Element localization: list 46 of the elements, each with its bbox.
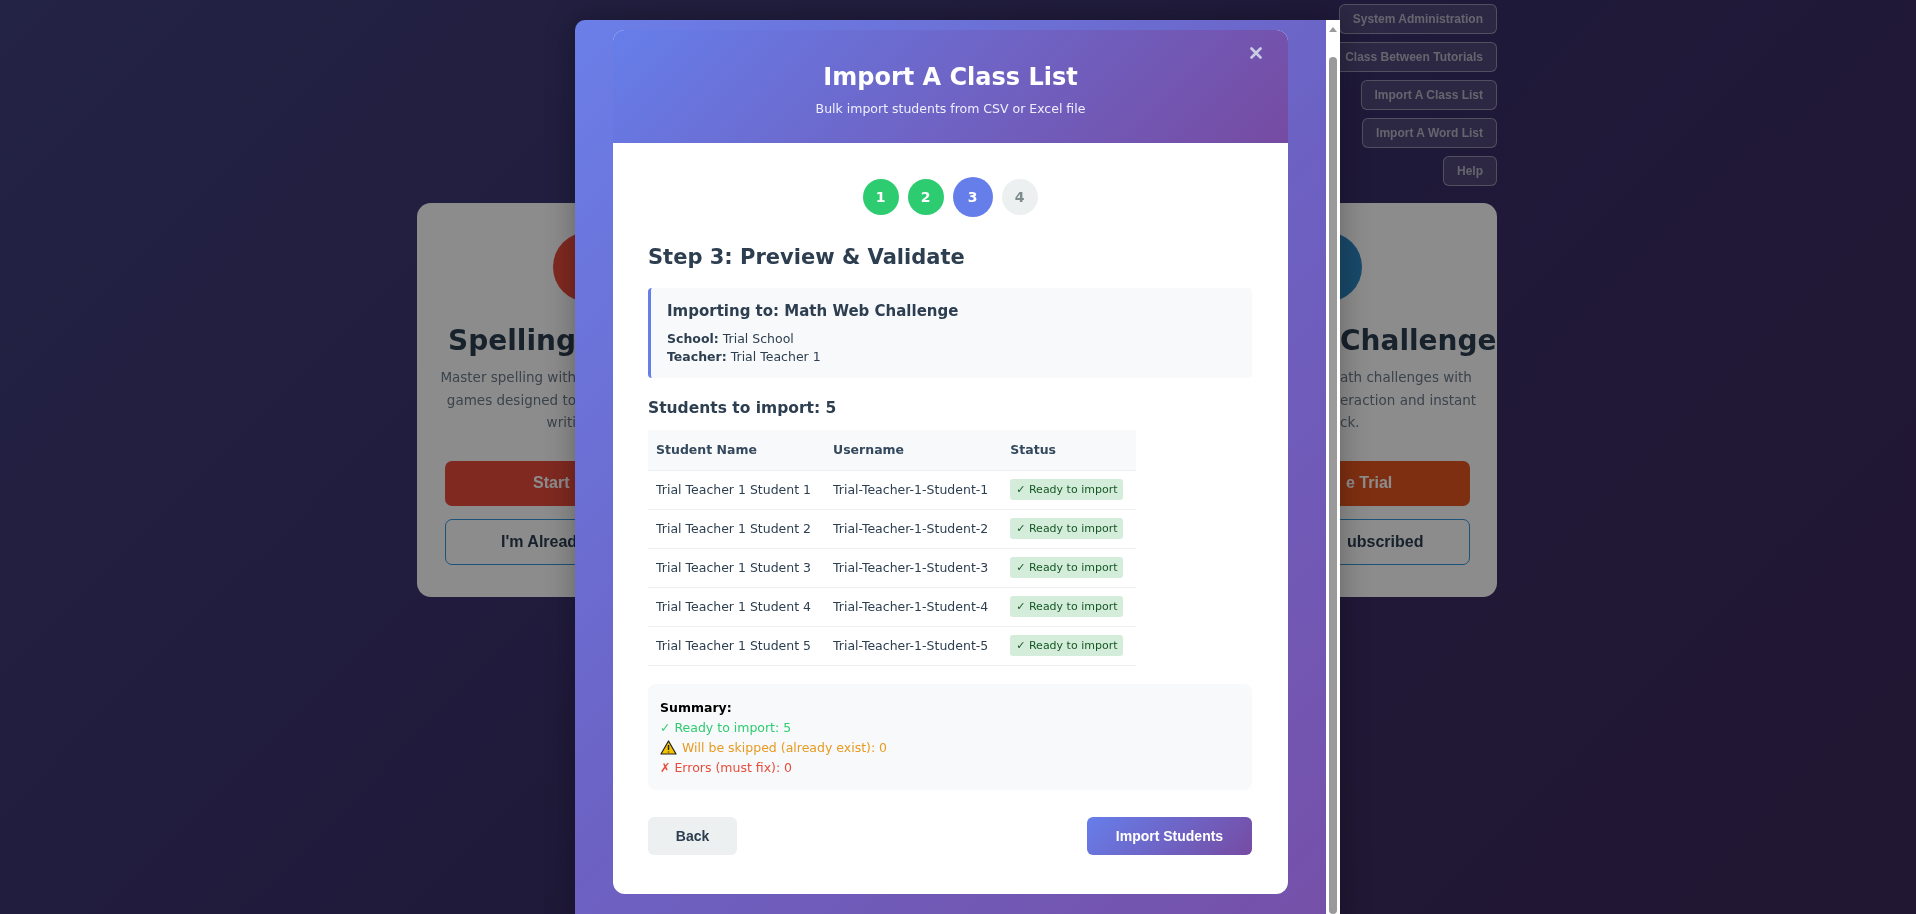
status-badge: ✓ Ready to import	[1010, 479, 1124, 500]
back-button[interactable]: Back	[648, 816, 737, 855]
table-cell: Trial-Teacher-1-Student-5	[825, 626, 1003, 665]
scrollbar[interactable]	[1326, 20, 1340, 914]
card-description: eraction and instant	[1340, 390, 1477, 410]
card-description: Master spelling with	[440, 368, 576, 387]
card-description: ath challenges with	[1340, 368, 1473, 387]
summary-line: Will be skipped (already exist): 0	[682, 740, 888, 755]
status-badge: ✓ Ready to import	[1010, 596, 1124, 617]
card-description: ck.	[1340, 413, 1361, 432]
status-badge: ✓ Ready to import	[1010, 518, 1124, 539]
card-title: Spelling	[448, 324, 576, 358]
students-heading: Students to import: 5	[648, 398, 838, 419]
step-heading: Step 3: Preview & Validate	[648, 244, 966, 271]
warning-icon	[660, 740, 677, 755]
table-cell: Trial-Teacher-1-Student-4	[825, 587, 1003, 626]
column-header: Status	[1002, 430, 1136, 470]
table-cell: Trial Teacher 1 Student 5	[648, 626, 825, 665]
table-cell: Trial Teacher 1 Student 1	[648, 470, 825, 509]
step-indicator: 2	[907, 179, 944, 215]
table-cell: Trial-Teacher-1-Student-3	[825, 548, 1003, 587]
import-students-button[interactable]: Import Students	[1087, 816, 1252, 855]
target-title: Importing to: Math Web Challenge	[667, 301, 960, 321]
summary-title: Summary:	[660, 698, 733, 717]
table-cell: Trial Teacher 1 Student 4	[648, 587, 825, 626]
card-title: Challenge	[1340, 324, 1497, 358]
step-indicator: 3	[952, 177, 993, 217]
table-cell: Trial Teacher 1 Student 2	[648, 509, 825, 548]
close-icon	[1250, 47, 1262, 59]
dialog-subtitle: Bulk import students from CSV or Excel file	[815, 101, 1086, 116]
status-badge: ✓ Ready to import	[1010, 557, 1124, 578]
card-description: games designed to	[445, 390, 576, 410]
table-cell: Trial Teacher 1 Student 3	[648, 548, 825, 587]
summary-line: ✗ Errors (must fix): 0	[660, 760, 793, 775]
target-detail: School: Trial School	[667, 330, 795, 348]
column-header: Username	[825, 430, 1003, 470]
table-cell: Trial-Teacher-1-Student-2	[825, 509, 1003, 548]
card-description: writi	[545, 413, 576, 432]
column-header: Student Name	[648, 430, 825, 470]
table-cell: Trial-Teacher-1-Student-1	[825, 470, 1003, 509]
step-indicator: 1	[862, 179, 899, 215]
dialog-title: Import A Class List	[823, 62, 1078, 92]
status-badge: ✓ Ready to import	[1010, 635, 1124, 656]
target-detail: Teacher: Trial Teacher 1	[667, 348, 822, 366]
step-indicator: 4	[1001, 179, 1038, 215]
summary-line: ✓ Ready to import: 5	[660, 720, 792, 735]
